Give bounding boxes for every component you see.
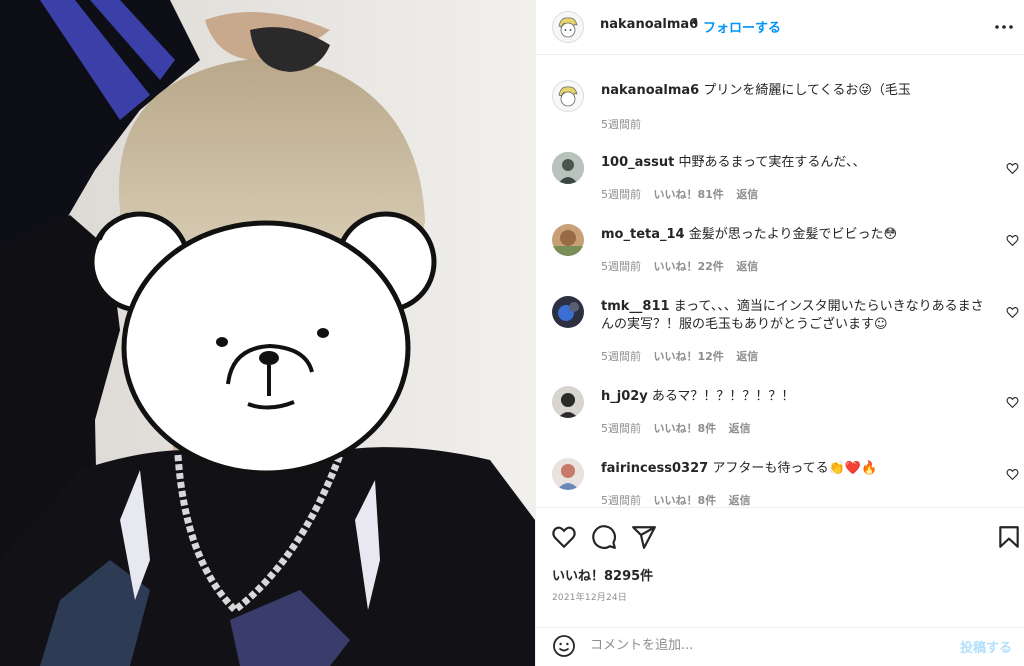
comment-like-icon[interactable] — [1006, 468, 1019, 481]
heart-icon[interactable] — [551, 524, 577, 550]
comment-username[interactable]: fairincess0327 — [601, 461, 708, 476]
action-bar: いいね！8295件 2021年12月24日 — [536, 507, 1024, 627]
comment-text: 100_assut 中野あるまって実在するんだ、、 — [601, 154, 991, 172]
comments-list[interactable]: nakanoalma6 プリンを綺麗にしてくるお😜（毛玉 5週間前 100_as… — [536, 56, 1024, 506]
comment-like-icon[interactable] — [1006, 396, 1019, 409]
comment-username[interactable]: h_j02y — [601, 389, 648, 404]
commenter-avatar[interactable] — [552, 458, 584, 490]
commenter-avatar[interactable] — [552, 386, 584, 418]
comment-likes[interactable]: いいね！8件 — [654, 422, 717, 435]
comment-username[interactable]: tmk__811 — [601, 299, 670, 314]
post-date[interactable]: 2021年12月24日 — [552, 590, 627, 603]
comment-meta: 5週間前 いいね！81件 返信 — [601, 186, 767, 202]
caption-body: プリンを綺麗にしてくるお😜（毛玉 — [703, 83, 911, 98]
caption-meta: 5週間前 — [601, 116, 650, 132]
comment-username[interactable]: mo_teta_14 — [601, 227, 685, 242]
comment-meta: 5週間前 いいね！22件 返信 — [601, 258, 767, 274]
comment-time[interactable]: 5週間前 — [601, 350, 641, 363]
comment-likes[interactable]: いいね！81件 — [654, 188, 724, 201]
comment-like-icon[interactable] — [1006, 162, 1019, 175]
comment-like-icon[interactable] — [1006, 306, 1019, 319]
commenter-avatar[interactable] — [552, 152, 584, 184]
follow-button[interactable]: フォローする — [703, 17, 781, 36]
comment-form: 投稿する — [536, 627, 1024, 666]
comment-likes[interactable]: いいね！22件 — [654, 260, 724, 273]
reply-button[interactable]: 返信 — [736, 260, 758, 273]
more-horizontal-icon[interactable] — [993, 18, 1015, 36]
comment-likes[interactable]: いいね！12件 — [654, 350, 724, 363]
comment-text: h_j02y あるマ？！？！？！？！ — [601, 388, 991, 406]
comment-meta: 5週間前 いいね！12件 返信 — [601, 348, 767, 364]
commenter-avatar[interactable] — [552, 224, 584, 256]
comment-input[interactable] — [590, 634, 940, 656]
reply-button[interactable]: 返信 — [736, 188, 758, 201]
post-photo[interactable] — [0, 0, 535, 666]
post-detail-panel: nakanoalma6 • フォローする nakanoalma6 プリンを綺麗に… — [535, 0, 1024, 666]
reply-button[interactable]: 返信 — [729, 422, 751, 435]
author-username[interactable]: nakanoalma6 — [600, 17, 698, 32]
comment-text: mo_teta_14 金髪が思ったより金髪でビビった😳 — [601, 226, 991, 244]
comment-time[interactable]: 5週間前 — [601, 494, 641, 506]
caption-username[interactable]: nakanoalma6 — [601, 83, 699, 98]
comment-time[interactable]: 5週間前 — [601, 188, 641, 201]
comment-body: アフターも待ってる👏❤️🔥 — [712, 461, 878, 476]
share-icon[interactable] — [631, 524, 657, 550]
comment-likes[interactable]: いいね！8件 — [654, 494, 717, 506]
likes-count[interactable]: いいね！8295件 — [552, 565, 653, 584]
comment-meta: 5週間前 いいね！8件 返信 — [601, 420, 760, 436]
author-avatar[interactable] — [552, 80, 584, 112]
author-avatar[interactable] — [552, 11, 584, 43]
commenter-avatar[interactable] — [552, 296, 584, 328]
post-image — [0, 0, 535, 666]
comment-text: fairincess0327 アフターも待ってる👏❤️🔥 — [601, 460, 991, 478]
comment-icon[interactable] — [591, 524, 617, 550]
comment-username[interactable]: 100_assut — [601, 155, 674, 170]
comment-time[interactable]: 5週間前 — [601, 422, 641, 435]
emoji-icon[interactable] — [552, 634, 576, 658]
caption-time[interactable]: 5週間前 — [601, 118, 641, 131]
post-header: nakanoalma6 • フォローする — [536, 0, 1024, 55]
comment-body: 中野あるまって実在するんだ、、 — [678, 155, 866, 170]
caption-text: nakanoalma6 プリンを綺麗にしてくるお😜（毛玉 — [601, 82, 991, 100]
comment-text: tmk__811 まって、、、適当にインスタ開いたらいきなりあるまさんの実写？！… — [601, 298, 991, 334]
reply-button[interactable]: 返信 — [736, 350, 758, 363]
comment-body: 金髪が思ったより金髪でビビった😳 — [688, 227, 898, 242]
comment-time[interactable]: 5週間前 — [601, 260, 641, 273]
comment-body: あるマ？！？！？！？！ — [651, 389, 795, 404]
comment-like-icon[interactable] — [1006, 234, 1019, 247]
reply-button[interactable]: 返信 — [729, 494, 751, 506]
separator-dot: • — [691, 16, 700, 31]
post-comment-button[interactable]: 投稿する — [960, 637, 1012, 656]
comment-meta: 5週間前 いいね！8件 返信 — [601, 492, 760, 506]
bookmark-icon[interactable] — [996, 524, 1022, 550]
